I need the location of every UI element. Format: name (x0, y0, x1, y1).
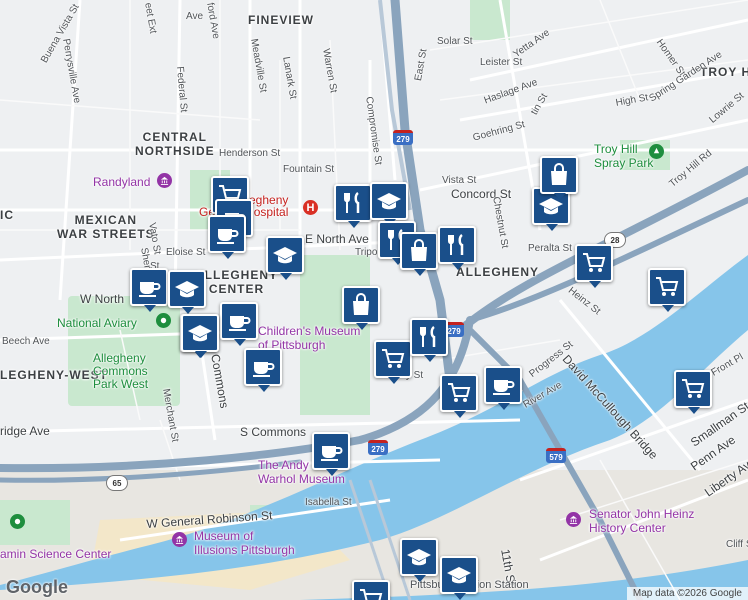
shopping-cart-icon (446, 380, 472, 406)
map-marker-shopping-cart[interactable] (674, 370, 712, 414)
street-label: W North (80, 292, 125, 306)
hospital-pin-icon[interactable]: H (303, 200, 318, 215)
map-marker-graduation-cap[interactable] (168, 270, 206, 314)
map-marker-coffee-cup[interactable] (484, 366, 522, 410)
coffee-cup-icon (318, 438, 344, 464)
map-marker-shopping-bag[interactable] (342, 286, 380, 330)
street-label: Solar St (437, 36, 473, 47)
place-label-national-aviary[interactable]: National Aviary (57, 317, 137, 329)
shopping-cart-icon (581, 250, 607, 276)
place-label-troy-hill-park[interactable]: Troy Hill Spray Park (594, 142, 653, 170)
map-marker-graduation-cap[interactable] (440, 556, 478, 600)
coffee-cup-icon (226, 308, 252, 334)
map-marker-coffee-cup[interactable] (312, 432, 350, 476)
shopping-bag-icon (406, 238, 432, 264)
neighborhood-label-allegheny: ALLEGHENY (456, 265, 540, 279)
map-marker-restaurant[interactable] (438, 226, 476, 270)
street-label: Beech Ave (2, 336, 50, 347)
street-label: Eloise St (166, 247, 206, 258)
shopping-cart-icon (680, 376, 706, 402)
shopping-cart-icon (380, 346, 406, 372)
neighborhood-label-allegheny-west: LEGHENY-WEST (0, 368, 109, 382)
restaurant-icon (340, 190, 366, 216)
street-label: Isabella St (305, 497, 352, 508)
street-label: Concord St (451, 187, 512, 201)
map-marker-graduation-cap[interactable] (370, 182, 408, 226)
graduation-cap-icon (406, 544, 432, 570)
graduation-cap-icon (446, 562, 472, 588)
map-canvas[interactable]: FINEVIEW CENTRAL NORTHSIDE MEXICAN WAR S… (0, 0, 748, 600)
street-label: Henderson St (219, 148, 281, 159)
coffee-cup-icon (490, 372, 516, 398)
museum-pin-icon[interactable] (172, 532, 187, 547)
neighborhood-label-ic: IC (0, 208, 14, 222)
place-label-commons-park[interactable]: Allegheny Commons Park West (93, 352, 148, 391)
park-pin-icon[interactable] (156, 313, 171, 328)
graduation-cap-icon (187, 320, 213, 346)
map-marker-shopping-cart[interactable] (648, 268, 686, 312)
map-marker-shopping-bag[interactable] (400, 232, 438, 276)
restaurant-icon (444, 232, 470, 258)
museum-pin-icon[interactable] (157, 173, 172, 188)
street-label: Peralta St (528, 243, 572, 254)
map-attribution[interactable]: Map data ©2026 Google (626, 587, 748, 600)
map-marker-coffee-cup[interactable] (220, 302, 258, 346)
coffee-cup-icon (214, 221, 240, 247)
coffee-cup-icon (136, 274, 162, 300)
street-label: Ave (186, 11, 204, 22)
street-label: Leister St (480, 57, 523, 68)
google-logo: Google (6, 577, 68, 597)
neighborhood-label-fineview: FINEVIEW (248, 13, 315, 27)
map-marker-coffee-cup[interactable] (244, 348, 282, 392)
graduation-cap-icon (174, 276, 200, 302)
place-label-heinz-history[interactable]: Senator John Heinz History Center (589, 507, 694, 535)
street-label: Vista St (442, 175, 477, 186)
map-marker-coffee-cup[interactable] (208, 215, 246, 259)
map-marker-restaurant[interactable] (334, 184, 372, 228)
place-label-illusions[interactable]: Museum of Illusions Pittsburgh (194, 529, 295, 557)
map-marker-shopping-cart[interactable] (374, 340, 412, 384)
place-label-science-center[interactable]: amin Science Center (0, 548, 111, 560)
museum-pin-icon[interactable] (566, 512, 581, 527)
shopping-cart-icon (654, 274, 680, 300)
interstate-shield: 579 (546, 448, 566, 463)
map-marker-graduation-cap[interactable] (400, 538, 438, 582)
place-label-randyland[interactable]: Randyland (93, 176, 150, 188)
shopping-bag-icon (348, 292, 374, 318)
neighborhood-label-mexican-war-streets: MEXICAN WAR STREETS (57, 213, 155, 241)
graduation-cap-icon (376, 188, 402, 214)
restaurant-icon (416, 324, 442, 350)
map-marker-restaurant[interactable] (410, 318, 448, 362)
map-marker-shopping-cart[interactable] (440, 374, 478, 418)
street-label: Cliff S (726, 539, 748, 550)
interstate-shield: 279 (368, 440, 388, 455)
graduation-cap-icon (272, 242, 298, 268)
map-marker-shopping-cart[interactable] (575, 244, 613, 288)
shopping-cart-icon (358, 586, 384, 600)
map-marker-graduation-cap[interactable] (266, 236, 304, 280)
interstate-shield: 279 (393, 130, 413, 145)
street-label: S Commons (240, 425, 307, 439)
map-marker-shopping-bag[interactable] (540, 156, 578, 200)
route-shield: 65 (106, 475, 128, 491)
shopping-bag-icon (546, 162, 572, 188)
coffee-cup-icon (250, 354, 276, 380)
science-pin-icon[interactable] (10, 514, 25, 529)
neighborhood-label-central-northside: CENTRAL NORTHSIDE (135, 130, 215, 158)
map-marker-shopping-cart[interactable] (352, 580, 390, 600)
map-marker-coffee-cup[interactable] (130, 268, 168, 312)
street-label: ridge Ave (0, 424, 50, 438)
street-label: Fountain St (283, 164, 335, 175)
street-label: E North Ave (305, 232, 369, 246)
map-marker-graduation-cap[interactable] (181, 314, 219, 358)
